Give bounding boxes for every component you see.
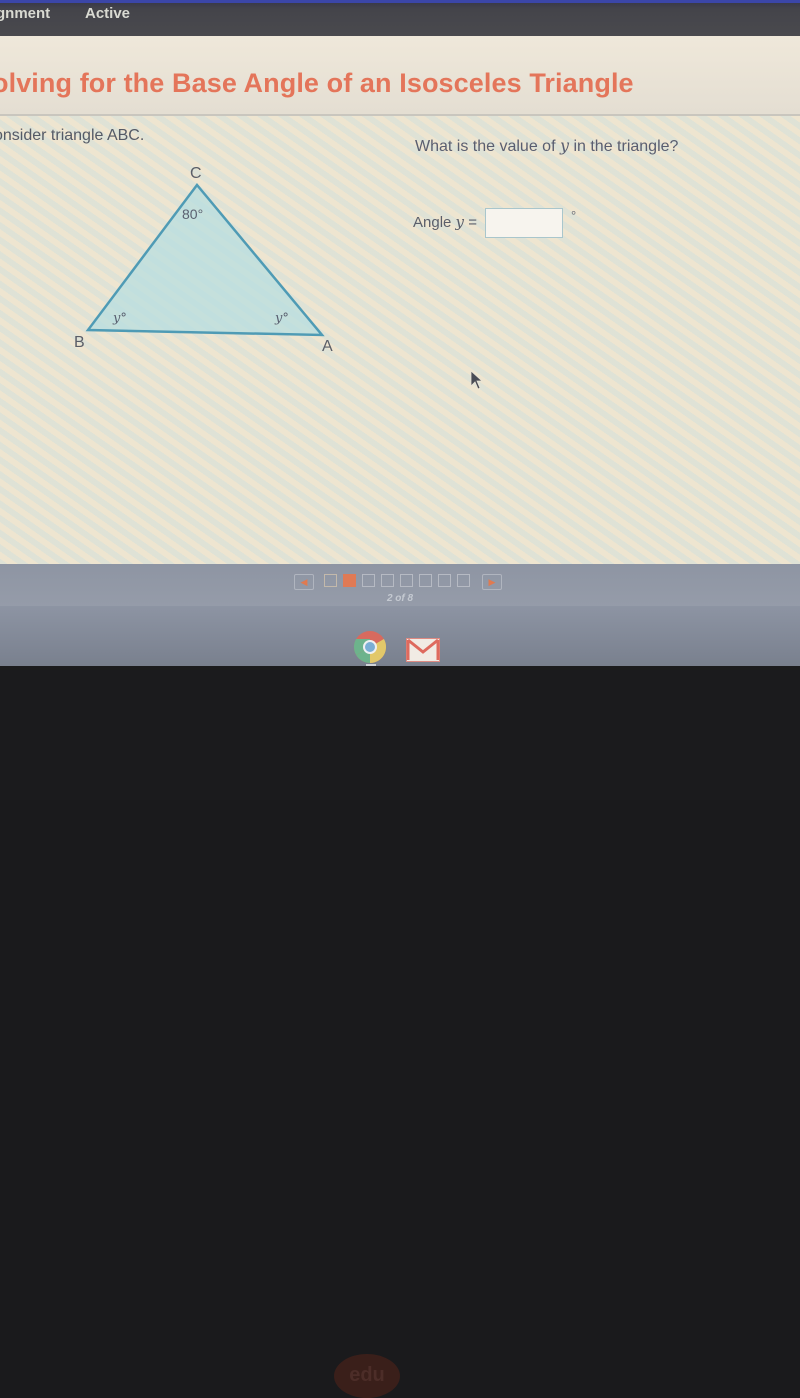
question-variable: y: [559, 136, 570, 155]
answer-label: Angle y =: [413, 213, 477, 231]
laptop-bezel: edu: [0, 666, 800, 1398]
page-dot-7[interactable]: [438, 574, 451, 587]
prompt-text: onsider triangle ABC.: [0, 127, 145, 144]
degree-unit: °: [571, 208, 577, 223]
page-indicator: [324, 574, 476, 592]
chrome-icon[interactable]: [353, 630, 387, 664]
answer-label-before: Angle: [413, 214, 456, 231]
page-dot-6[interactable]: [419, 574, 432, 587]
tab-active[interactable]: Active: [85, 5, 130, 22]
prev-button[interactable]: ◀: [294, 574, 314, 590]
title-band: olving for the Base Angle of an Isoscele…: [0, 36, 800, 116]
angle-b-label: y°: [112, 311, 127, 326]
os-shelf: [0, 606, 800, 666]
page-dot-2[interactable]: [343, 574, 356, 587]
page-dot-3[interactable]: [362, 574, 375, 587]
vertex-c-label: C: [190, 165, 202, 182]
edu-logo: edu: [334, 1354, 400, 1398]
triangle-diagram: C B A 80° y° y°: [74, 165, 333, 355]
question-before: What is the value of: [415, 138, 560, 155]
answer-label-after: =: [464, 214, 477, 231]
page-count: 2 of 8: [386, 593, 414, 604]
angle-a-label: y°: [274, 311, 289, 326]
page-dot-8[interactable]: [457, 574, 470, 587]
question-text: What is the value of y in the triangle?: [415, 136, 678, 156]
vertex-a-label: A: [322, 338, 333, 355]
triangle-left-icon: ◀: [300, 577, 308, 587]
mouse-cursor-icon: [470, 370, 484, 390]
question-after: in the triangle?: [569, 138, 679, 155]
gmail-icon[interactable]: [406, 638, 440, 662]
question-panel: onsider triangle ABC. What is the value …: [0, 116, 800, 636]
page-dot-5[interactable]: [400, 574, 413, 587]
page-dot-1[interactable]: [324, 574, 337, 587]
angle-y-input[interactable]: [485, 208, 563, 238]
lesson-screen: olving for the Base Angle of an Isoscele…: [0, 36, 800, 636]
triangle-right-icon: ▶: [488, 577, 496, 587]
vertex-b-label: B: [74, 334, 85, 351]
angle-c-label: 80°: [182, 206, 203, 222]
lesson-title: olving for the Base Angle of an Isoscele…: [0, 68, 634, 98]
answer-variable: y: [455, 213, 465, 231]
page-dot-4[interactable]: [381, 574, 394, 587]
tab-assignment[interactable]: gnment: [0, 5, 50, 22]
top-bar: gnment Active: [0, 0, 800, 36]
next-button[interactable]: ▶: [482, 574, 502, 590]
